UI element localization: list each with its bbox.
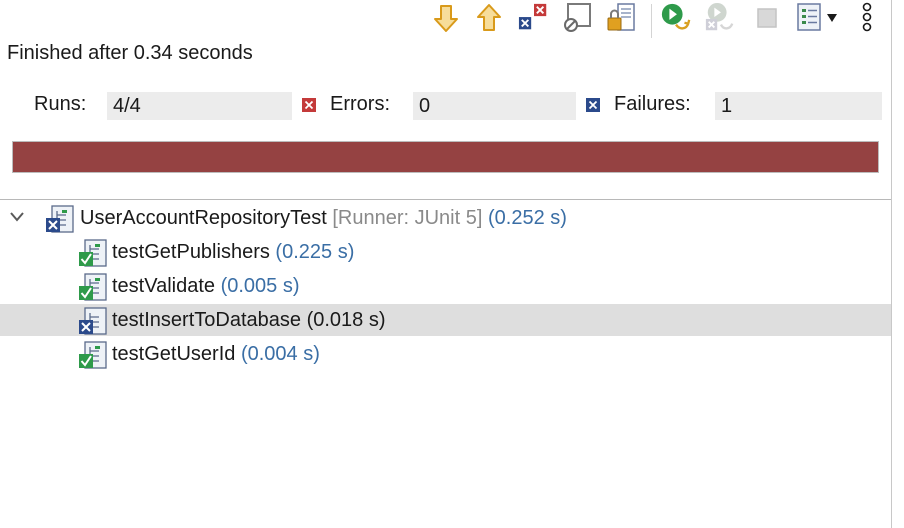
stop-icon xyxy=(757,8,777,28)
progress-fill xyxy=(13,142,878,172)
scroll-lock-icon xyxy=(607,3,635,31)
scroll-lock-button[interactable] xyxy=(606,2,638,34)
rerun-test-icon xyxy=(661,3,691,30)
tree-divider xyxy=(0,199,891,200)
show-skipped-only-button[interactable] xyxy=(562,2,594,34)
chevron-down-icon[interactable] xyxy=(9,211,25,223)
previous-failure-icon xyxy=(477,4,501,31)
test-suite-failure-icon xyxy=(46,205,74,233)
failures-label: Failures: xyxy=(614,93,691,115)
test-case-row-selected[interactable]: testInsertToDatabase (0.018 s) xyxy=(0,304,891,336)
panel-border xyxy=(891,0,892,528)
next-failure-button[interactable] xyxy=(430,2,462,34)
toolbar-separator xyxy=(651,4,652,38)
test-failure-icon xyxy=(79,307,107,335)
test-time: (0.004 s) xyxy=(240,343,320,365)
more-options-button[interactable] xyxy=(854,2,880,34)
test-time: (0.225 s) xyxy=(275,241,355,263)
test-passed-icon xyxy=(79,273,107,301)
test-passed-icon xyxy=(79,341,107,369)
test-time: (0.018 s) xyxy=(306,309,386,331)
test-name: testInsertToDatabase xyxy=(112,309,301,331)
junit-toolbar xyxy=(420,0,890,40)
rerun-failed-first-button[interactable] xyxy=(704,2,736,34)
next-failure-icon xyxy=(434,5,458,32)
test-progress-bar xyxy=(12,141,879,173)
runs-value: 4/4 xyxy=(107,92,292,120)
rerun-test-button[interactable] xyxy=(660,2,692,34)
failure-icon xyxy=(586,98,600,112)
suite-runner: [Runner: JUnit 5] xyxy=(332,207,483,229)
errors-label: Errors: xyxy=(330,93,390,115)
counters-bar: Runs: 4/4 Errors: 0 Failures: 1 xyxy=(0,92,890,120)
test-run-history-button[interactable] xyxy=(794,2,826,34)
test-case-row[interactable]: testGetUserId (0.004 s) xyxy=(0,338,891,370)
history-dropdown-button[interactable] xyxy=(823,2,841,34)
previous-failure-button[interactable] xyxy=(473,2,505,34)
test-passed-icon xyxy=(79,239,107,267)
suite-name: UserAccountRepositoryTest xyxy=(80,207,327,229)
test-name: testValidate xyxy=(112,275,216,297)
test-case-row[interactable]: testGetPublishers (0.225 s) xyxy=(0,236,891,268)
errors-value: 0 xyxy=(413,92,576,120)
test-suite-row[interactable]: UserAccountRepositoryTest [Runner: JUnit… xyxy=(0,202,891,234)
more-options-icon xyxy=(862,2,872,32)
history-dropdown-icon xyxy=(827,14,837,22)
stop-button[interactable] xyxy=(751,2,783,34)
run-status-text: Finished after 0.34 seconds xyxy=(7,42,253,64)
test-run-history-icon xyxy=(797,3,821,31)
failures-value: 1 xyxy=(715,92,882,120)
rerun-failed-first-icon xyxy=(705,2,734,31)
test-time: (0.005 s) xyxy=(220,275,300,297)
show-skipped-only-icon xyxy=(564,3,591,32)
test-name: testGetPublishers xyxy=(112,241,270,263)
error-icon xyxy=(302,98,316,112)
runs-label: Runs: xyxy=(34,93,87,115)
show-failures-only-icon xyxy=(518,3,547,30)
test-case-row[interactable]: testValidate (0.005 s) xyxy=(0,270,891,302)
test-name: testGetUserId xyxy=(112,343,236,365)
show-failures-only-button[interactable] xyxy=(518,2,550,34)
suite-time: (0.252 s) xyxy=(487,207,567,229)
